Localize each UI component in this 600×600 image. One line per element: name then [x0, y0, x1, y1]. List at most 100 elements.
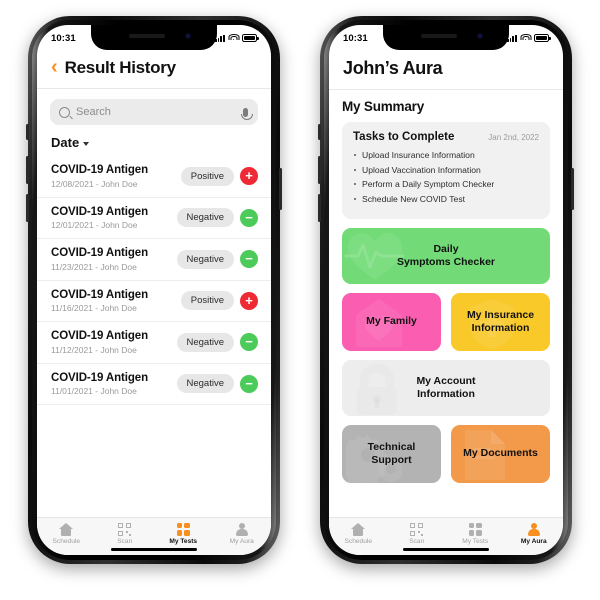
sort-label: Date: [51, 135, 80, 150]
tab-scan[interactable]: Scan: [393, 522, 441, 545]
result-info: COVID-19 Antigen 11/16/2021 - John Doe: [51, 289, 175, 314]
power-button[interactable]: [279, 168, 282, 210]
tile-my-documents[interactable]: My Documents: [451, 425, 550, 483]
tile-daily[interactable]: Daily Symptoms Checker: [342, 228, 550, 284]
volume-up-button[interactable]: [26, 156, 29, 184]
screenshot-canvas: 10:31 ‹ Result History Search Date COVID…: [0, 0, 600, 600]
minus-icon: −: [240, 333, 258, 352]
back-chevron-icon[interactable]: ‹: [51, 57, 58, 77]
result-date-patient: 11/16/2021 - John Doe: [51, 303, 137, 313]
tab-icon: [351, 522, 366, 536]
status-time: 10:31: [343, 32, 368, 44]
sort-control[interactable]: Date: [37, 125, 271, 156]
search-input[interactable]: Search: [50, 99, 258, 125]
tab-icon: [468, 522, 482, 536]
task-item[interactable]: Perform a Daily Symptom Checker: [353, 179, 539, 189]
table-row[interactable]: COVID-19 Antigen 12/08/2021 - John Doe Pos…: [37, 156, 271, 198]
my-aura-scroll[interactable]: My Summary Tasks to Complete Jan 2nd, 20…: [329, 90, 563, 517]
status-badge: Positive: [180, 291, 234, 311]
tile-my-family[interactable]: My Family: [342, 293, 441, 351]
tab-label: Schedule: [344, 538, 373, 545]
volume-up-button[interactable]: [318, 156, 321, 184]
phone-screen-left: 10:31 ‹ Result History Search Date COVID…: [37, 25, 271, 555]
tab-my-aura[interactable]: My Aura: [218, 522, 266, 545]
search-icon: [59, 106, 70, 118]
microphone-icon[interactable]: [240, 107, 253, 120]
plus-icon: +: [240, 167, 258, 186]
tab-icon: [59, 522, 74, 536]
cellular-signal-icon: [214, 34, 225, 42]
table-row[interactable]: COVID-19 Antigen 11/01/2021 - John Doe Neg…: [37, 364, 271, 405]
table-row[interactable]: COVID-19 Antigen 11/12/2021 - John Doe Neg…: [37, 322, 271, 364]
status-icons: [506, 34, 551, 42]
task-item[interactable]: Upload Insurance Information: [353, 150, 539, 160]
person-icon: [527, 522, 540, 536]
phone-left: 10:31 ‹ Result History Search Date COVID…: [26, 16, 282, 564]
tab-label: Scan: [409, 538, 425, 545]
result-test-name: COVID-19 Antigen: [51, 164, 149, 176]
tab-label: My Aura: [229, 538, 254, 545]
tab-scan[interactable]: Scan: [101, 522, 149, 545]
tab-label: My Tests: [462, 538, 489, 545]
phone-screen-right: 10:31 John’s Aura My Summary Tasks to Co…: [329, 25, 563, 555]
status-time: 10:31: [51, 32, 76, 44]
tasks-card-date: Jan 2nd, 2022: [488, 133, 539, 142]
volume-down-button[interactable]: [318, 194, 321, 222]
result-date-patient: 12/01/2021 - John Doe: [51, 220, 138, 230]
result-test-name: COVID-19 Antigen: [51, 205, 149, 218]
table-row[interactable]: COVID-19 Antigen 12/01/2021 - John Doe Neg…: [37, 198, 271, 239]
result-test-name: COVID-19 Antigen: [51, 247, 149, 259]
grid-icon: [468, 522, 482, 536]
battery-icon: [534, 34, 551, 42]
battery-icon: [242, 34, 259, 42]
result-date-patient: 11/23/2021 - John Doe: [51, 261, 137, 272]
result-info: COVID-19 Antigen 12/08/2021 - John Doe: [51, 164, 175, 189]
qr-code-icon: [410, 522, 424, 536]
result-date-patient: 12/08/2021 - John Doe: [51, 178, 138, 189]
result-test-name: COVID-19 Antigen: [51, 371, 149, 384]
qr-code-icon: [118, 522, 132, 536]
tile-technical[interactable]: Technical Support: [342, 425, 441, 483]
task-item[interactable]: Upload Vaccination Information: [353, 165, 539, 175]
status-bar: 10:31: [37, 25, 271, 50]
result-history-scroll[interactable]: Search Date COVID-19 Antigen 12/08/2021 -…: [37, 89, 271, 516]
minus-icon: −: [240, 208, 258, 227]
tile-label: My Insurance Information: [466, 308, 535, 334]
app-header: ‹ Result History: [37, 50, 271, 89]
tab-schedule[interactable]: Schedule: [334, 522, 382, 545]
app-header: John’s Aura: [329, 50, 563, 90]
tab-label: Scan: [117, 538, 133, 545]
status-bar: 10:31: [329, 25, 563, 50]
search-wrap: Search: [37, 89, 271, 125]
tab-schedule[interactable]: Schedule: [42, 522, 90, 545]
minus-icon: −: [240, 374, 258, 393]
page-title: Result History: [64, 58, 176, 77]
cellular-signal-icon: [506, 34, 517, 42]
mute-switch[interactable]: [26, 124, 29, 140]
tile-label: Technical Support: [367, 440, 416, 466]
volume-down-button[interactable]: [26, 194, 29, 222]
tiles-area: Daily Symptoms Checker My Family My Insuran…: [342, 228, 550, 483]
power-button[interactable]: [571, 168, 574, 210]
lock-icon: [350, 363, 404, 416]
tile-my-insurance[interactable]: My Insurance Information: [451, 293, 550, 351]
tile-label: Daily Symptoms Checker: [396, 242, 496, 268]
result-info: COVID-19 Antigen 11/23/2021 - John Doe: [51, 247, 171, 272]
task-item[interactable]: Schedule New COVID Test: [353, 194, 539, 204]
tile-my-account[interactable]: My Account Information: [342, 360, 550, 416]
tile-label: My Account Information: [416, 374, 476, 400]
tab-label: My Aura: [520, 538, 547, 545]
wifi-icon: [228, 34, 239, 42]
table-row[interactable]: COVID-19 Antigen 11/23/2021 - John Doe Neg…: [37, 239, 271, 281]
tab-my-tests[interactable]: My Tests: [451, 522, 499, 545]
mute-switch[interactable]: [318, 124, 321, 140]
home-indicator: [111, 547, 197, 551]
result-info: COVID-19 Antigen 11/01/2021 - John Doe: [51, 372, 171, 397]
result-info: COVID-19 Antigen 11/12/2021 - John Doe: [51, 330, 171, 355]
tab-my-tests[interactable]: My Tests: [159, 522, 207, 545]
tab-icon: [410, 522, 424, 536]
task-list: Upload Insurance Information Upload Vacci…: [353, 150, 539, 204]
table-row[interactable]: COVID-19 Antigen 11/16/2021 - John Doe Pos…: [37, 281, 271, 322]
tab-label: My Tests: [169, 538, 198, 545]
tab-my-aura[interactable]: My Aura: [510, 522, 558, 545]
